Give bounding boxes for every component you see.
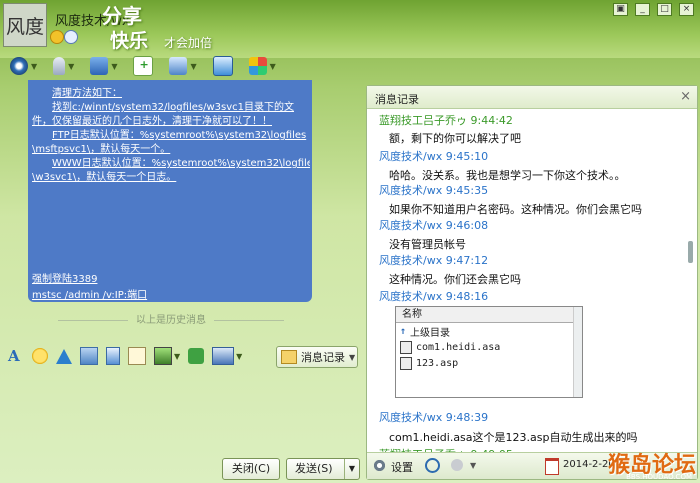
- file-list[interactable]: 名称 ↑ 上级目录 com1.heidi.asa 123.asp: [395, 306, 583, 398]
- history-line: 找到c:/winnt/system32/logfiles/w3svc1目录下的文: [52, 102, 294, 113]
- panel-header: 消息记录 ×: [367, 86, 697, 109]
- chevron-down-icon[interactable]: ▼: [190, 62, 196, 71]
- font-icon[interactable]: A: [8, 348, 24, 364]
- voice-msg-icon[interactable]: [106, 347, 120, 365]
- add-icon[interactable]: +: [133, 56, 154, 76]
- file-transfer-icon[interactable]: [90, 57, 109, 75]
- file-row[interactable]: ↑ 上级目录: [396, 323, 582, 339]
- chevron-down-icon[interactable]: ▼: [236, 352, 242, 361]
- send-button[interactable]: 发送(S) ▼: [286, 458, 360, 480]
- window-mode-icon[interactable]: [212, 347, 235, 365]
- chevron-down-icon[interactable]: ▼: [111, 62, 117, 71]
- message-sender: 风度技术/wx 9:47:12: [379, 254, 489, 267]
- panel-title: 消息记录: [375, 93, 419, 106]
- webcam-icon[interactable]: [10, 57, 28, 75]
- close-icon[interactable]: ×: [680, 89, 691, 104]
- file-icon: [400, 340, 412, 354]
- calendar-icon[interactable]: [545, 458, 559, 475]
- banner-text: 分享: [102, 4, 142, 28]
- settings-label[interactable]: 设置: [391, 459, 413, 475]
- file-name: com1.heidi.asa: [416, 341, 501, 353]
- avatar[interactable]: 风度: [3, 3, 47, 47]
- message-record-label: 消息记录: [301, 351, 345, 364]
- top-toolbar: ▼ ▼ ▼ + ▼ ▼: [4, 54, 370, 78]
- search-icon[interactable]: [425, 458, 440, 473]
- chevron-down-icon[interactable]: ▼: [68, 62, 74, 71]
- up-arrow-icon: ↑: [400, 325, 407, 337]
- message-record-panel: 消息记录 × 蓝翔技工吕子乔ゥ 9:44:42 额，剩下的你可以解决了吧 风度技…: [366, 85, 698, 480]
- banner-text: 快乐: [110, 30, 149, 52]
- message-sender: 风度技术/wx 9:45:35: [379, 184, 489, 197]
- close-button[interactable]: 关闭(C): [222, 458, 280, 480]
- message-input[interactable]: [4, 370, 362, 454]
- gallery-icon[interactable]: [154, 347, 172, 365]
- scrollbar[interactable]: [573, 307, 582, 397]
- chevron-down-icon[interactable]: ▼: [174, 352, 180, 361]
- nudge-icon[interactable]: [56, 348, 72, 364]
- emoji-icon[interactable]: [32, 348, 48, 364]
- message-text: 哈哈。没关系。我也是想学习一下你这个技术。。: [389, 169, 626, 182]
- chevron-down-icon[interactable]: ▼: [270, 62, 276, 71]
- banner-text: 才会加倍: [164, 36, 213, 50]
- minimize-icon[interactable]: _: [635, 3, 650, 16]
- file-name: 123.asp: [416, 357, 459, 369]
- history-line: \msftpsvc1\，默认每天一个。: [32, 144, 171, 155]
- scrollbar[interactable]: [686, 110, 695, 450]
- send-label: 发送(S): [295, 462, 333, 475]
- file-icon: [400, 356, 412, 370]
- message-text: com1.heidi.asa这个是123.asp自动生成出来的吗: [389, 431, 638, 444]
- gear-icon[interactable]: [373, 459, 386, 472]
- record-icon: [281, 350, 297, 364]
- chat-history[interactable]: 清理方法如下： 找到c:/winnt/system32/logfiles/w3s…: [28, 80, 312, 302]
- message-record-button[interactable]: 消息记录 ▼: [276, 346, 358, 368]
- history-divider: 以上是历史消息: [28, 311, 314, 326]
- history-line: mstsc /admin /v:IP:端口: [32, 290, 148, 301]
- lock-icon[interactable]: [451, 459, 463, 471]
- watermark-url: BBS.HOUDAO.COM: [626, 473, 692, 481]
- message-text: 没有管理员帐号: [389, 238, 466, 251]
- chevron-down-icon[interactable]: ▼: [470, 461, 476, 470]
- share-screen-icon[interactable]: [212, 56, 233, 76]
- message-text: 这种情况。你们还会黑它吗: [389, 273, 521, 286]
- history-line: \w3svc1\，默认每天一个日志。: [32, 172, 177, 183]
- file-name: 上级目录: [410, 327, 451, 339]
- history-line: WWW日志默认位置：%systemroot%\system32\logfiles: [52, 158, 310, 169]
- message-text: 如果你不知道用户名密码。这种情况。你们会黑它吗: [389, 203, 642, 216]
- history-line: 件，仅保留最近的几个日志外，清理干净就可以了！！: [32, 116, 272, 127]
- apps-icon[interactable]: [248, 57, 267, 75]
- message-text: 额，剩下的你可以解决了吧: [389, 132, 521, 145]
- crown-icon: [50, 30, 64, 44]
- music-icon[interactable]: [188, 348, 205, 364]
- history-line: 清理方法如下：: [52, 88, 122, 99]
- status-icon: [64, 30, 78, 44]
- message-sender: 风度技术/wx 9:46:08: [379, 219, 489, 232]
- scroll-thumb[interactable]: [688, 241, 693, 263]
- chevron-down-icon[interactable]: ▼: [31, 62, 37, 71]
- image-icon[interactable]: [128, 347, 146, 365]
- chevron-down-icon[interactable]: ▼: [344, 459, 359, 479]
- message-sender: 风度技术/wx 9:45:10: [379, 150, 489, 163]
- window-controls: ▣ _ □ ×: [613, 3, 694, 16]
- close-icon[interactable]: ×: [679, 3, 694, 16]
- file-row[interactable]: 123.asp: [396, 355, 582, 371]
- history-line: FTP日志默认位置：%systemroot%\system32\logfiles: [52, 130, 307, 141]
- file-list-header: 名称: [396, 307, 582, 323]
- skin-icon[interactable]: ▣: [613, 3, 628, 16]
- screenshot-icon[interactable]: [80, 347, 98, 365]
- file-row[interactable]: com1.heidi.asa: [396, 339, 582, 355]
- voice-icon[interactable]: [53, 57, 66, 75]
- history-line: 强制登陆3389: [32, 274, 98, 285]
- message-sender: 蓝翔技工吕子乔ゥ 9:44:42: [379, 114, 513, 127]
- chevron-down-icon: ▼: [349, 352, 356, 362]
- maximize-icon[interactable]: □: [657, 3, 672, 16]
- message-sender: 风度技术/wx 9:48:16: [379, 290, 489, 303]
- remote-assist-icon[interactable]: [169, 57, 188, 75]
- message-sender: 风度技术/wx 9:48:39: [379, 411, 489, 424]
